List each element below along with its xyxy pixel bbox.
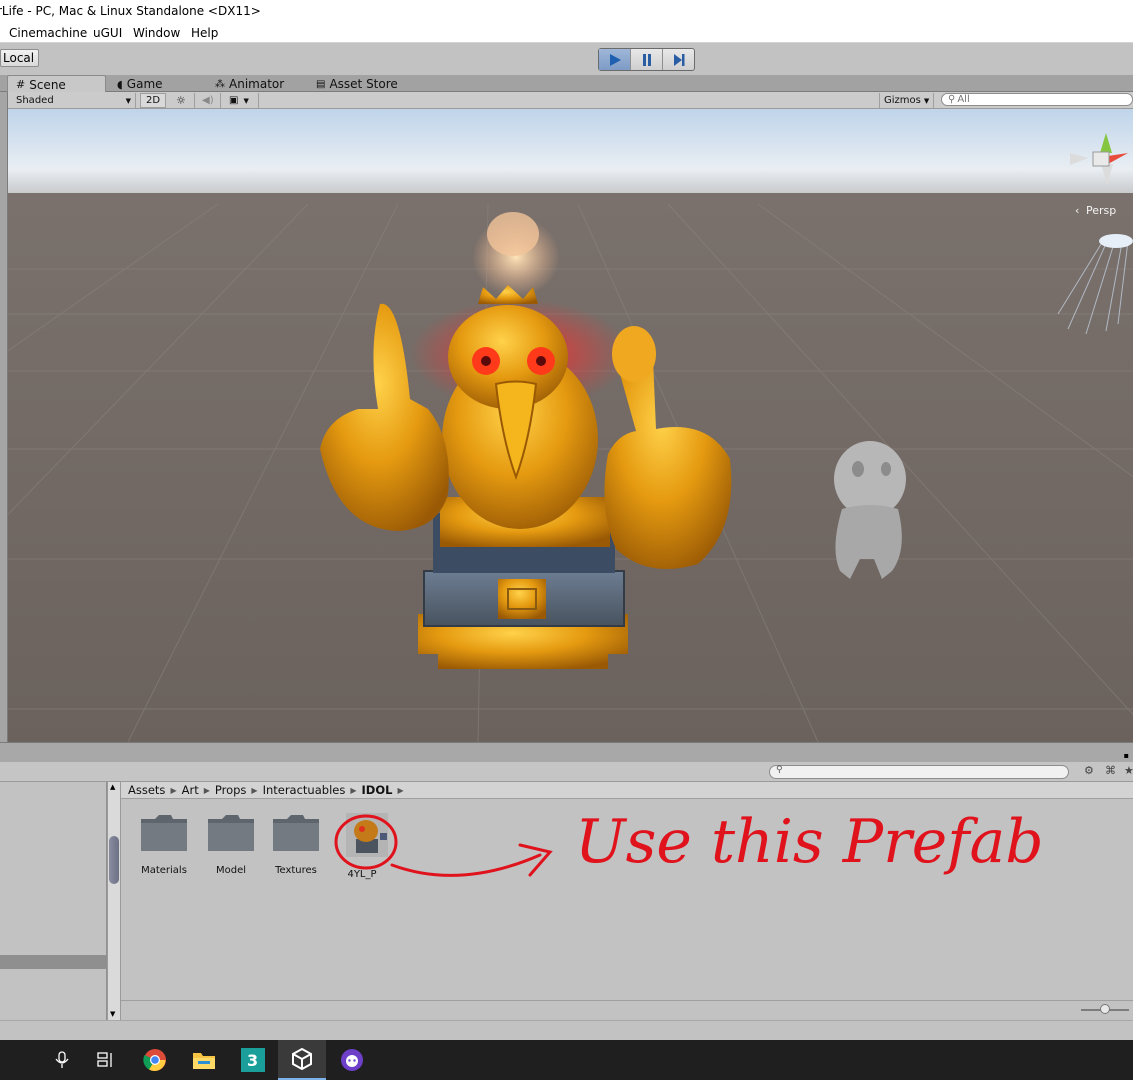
scene-view-toolbar: Shaded ▼ 2D ☼ ◀) ▣ ▼ Gizmos ▼ ⚲ All — [8, 92, 1133, 109]
folder-icon — [273, 815, 319, 851]
file-explorer-icon[interactable] — [180, 1040, 228, 1080]
menu-ugui[interactable]: uGUI — [93, 26, 122, 40]
scene-lighting-toggle[interactable]: ☼ — [172, 93, 195, 108]
grid-icon: # — [16, 78, 26, 91]
breadcrumb-props[interactable]: Props — [215, 783, 247, 797]
pacman-icon: ◖ — [117, 77, 123, 91]
asset-label: Model — [215, 865, 247, 876]
lock-icon[interactable]: ▪ — [1124, 751, 1129, 760]
step-icon — [673, 53, 684, 66]
animator-icon: ⁂ — [215, 78, 225, 90]
asset-folder-textures[interactable]: Textures — [261, 813, 331, 876]
tab-asset-store-label: Asset Store — [329, 77, 398, 91]
window-title-bar: rLife - PC, Mac & Linux Standalone <DX11… — [0, 0, 1133, 24]
toggle-2d-label: 2D — [146, 95, 161, 106]
toggle-2d-button[interactable]: 2D — [140, 93, 166, 108]
hierarchy-panel-edge — [0, 92, 8, 742]
play-icon — [609, 53, 621, 66]
speaker-icon: ◀) — [202, 95, 214, 106]
annotation-text: Use this Prefab — [575, 807, 1044, 877]
breadcrumb-art[interactable]: Art — [182, 783, 199, 797]
scene-audio-toggle[interactable]: ◀) — [198, 93, 221, 108]
scene-search-placeholder: All — [957, 94, 970, 105]
gizmos-label: Gizmos — [884, 95, 921, 106]
scroll-up-icon[interactable]: ▲ — [110, 783, 115, 791]
thumbnail-size-slider-handle[interactable] — [1100, 1004, 1110, 1014]
tab-scene-label: Scene — [29, 77, 66, 92]
asset-label: Textures — [275, 865, 317, 876]
breadcrumb-assets[interactable]: Assets — [128, 783, 165, 797]
dropdown-arrow-icon: ▼ — [125, 96, 131, 105]
windows-taskbar: 3 — [0, 1040, 1133, 1080]
scene-viewport[interactable]: ‹ Persp — [8, 109, 1133, 742]
scroll-down-icon[interactable]: ▼ — [110, 1010, 115, 1018]
window-title: rLife - PC, Mac & Linux Standalone <DX11… — [0, 4, 261, 18]
tab-asset-store[interactable]: ▤ Asset Store — [316, 75, 398, 92]
project-status-bar — [121, 1000, 1133, 1020]
asset-folder-model[interactable]: Model — [196, 813, 266, 876]
asset-folder-materials[interactable]: Materials — [129, 813, 199, 876]
task-view-icon[interactable] — [82, 1040, 130, 1080]
project-toolbar: ⚲ ⚙ ⌘ ★ — [0, 762, 1133, 782]
image-icon: ▣ — [229, 95, 239, 106]
mic-icon[interactable] — [38, 1040, 86, 1080]
menu-window[interactable]: Window — [133, 26, 180, 40]
gizmos-dropdown[interactable]: Gizmos ▼ — [879, 93, 934, 108]
github-desktop-icon[interactable] — [328, 1040, 376, 1080]
star-icon[interactable]: ★ — [1124, 764, 1133, 777]
scene-effects-dropdown[interactable]: ▣ ▼ — [225, 93, 259, 108]
panel-splitter[interactable]: ▪ — [0, 742, 1133, 762]
draw-mode-label: Shaded — [16, 95, 54, 106]
asset-label: Materials — [141, 865, 187, 876]
breadcrumb-arrow-icon: ▶ — [170, 785, 177, 795]
projection-label: Persp — [1086, 204, 1116, 217]
project-folder-tree — [0, 782, 107, 1020]
step-button[interactable] — [663, 49, 694, 70]
search-icon: ⚲ — [948, 94, 956, 105]
filter-by-label-icon[interactable]: ⌘ — [1105, 764, 1116, 777]
tab-scene[interactable]: # Scene — [7, 75, 106, 92]
sun-icon: ☼ — [176, 94, 186, 107]
tab-animator[interactable]: ⁂ Animator — [215, 75, 284, 92]
tab-animator-label: Animator — [229, 77, 285, 91]
tab-game-label: Game — [126, 77, 163, 91]
menu-help[interactable]: Help — [191, 26, 218, 40]
folder-icon — [141, 815, 187, 851]
scene-render: ‹ Persp — [8, 109, 1133, 742]
annotation-arrow-shaft — [390, 853, 542, 877]
editor-tab-bar: # Scene ◖ Game ⁂ Animator ▤ Asset Store — [0, 75, 1133, 92]
editor-status-bar — [0, 1020, 1133, 1040]
pivot-space-button[interactable]: Local — [0, 49, 39, 67]
folder-icon — [208, 815, 254, 851]
svg-text:3: 3 — [247, 1051, 258, 1070]
project-search-input[interactable]: ⚲ — [769, 765, 1069, 779]
project-scrollbar-thumb[interactable] — [109, 836, 119, 884]
filter-by-type-icon[interactable]: ⚙ — [1084, 764, 1094, 777]
annotation-overlay: Use this Prefab — [334, 807, 1044, 877]
folder-tree-selected-item[interactable] — [0, 955, 107, 969]
chrome-icon[interactable] — [131, 1040, 179, 1080]
scene-search-input[interactable]: ⚲ All — [941, 93, 1133, 106]
pause-button[interactable] — [631, 49, 663, 70]
3dsmax-icon[interactable]: 3 — [229, 1040, 277, 1080]
breadcrumb-arrow-icon: ▶ — [203, 785, 210, 795]
menu-bar: Cinemachine uGUI Window Help — [0, 24, 1133, 43]
menu-cinemachine[interactable]: Cinemachine — [9, 26, 87, 40]
shopping-cart-icon: ▤ — [316, 78, 326, 90]
svg-text:‹: ‹ — [1075, 204, 1079, 217]
project-scrollbar[interactable]: ▲ ▼ — [107, 782, 121, 1020]
unity-icon[interactable] — [278, 1040, 326, 1080]
breadcrumb-arrow-icon: ▶ — [251, 785, 258, 795]
playback-controls — [598, 48, 695, 71]
draw-mode-dropdown[interactable]: Shaded ▼ — [12, 93, 136, 108]
search-icon: ⚲ — [776, 765, 783, 775]
dropdown-arrow-icon: ▼ — [923, 96, 930, 105]
play-button[interactable] — [599, 49, 631, 70]
main-toolbar: Local — [0, 43, 1133, 75]
tab-game[interactable]: ◖ Game — [117, 75, 163, 92]
pause-icon — [642, 53, 651, 66]
dropdown-arrow-icon: ▼ — [243, 96, 249, 105]
annotation-circle — [334, 814, 398, 870]
